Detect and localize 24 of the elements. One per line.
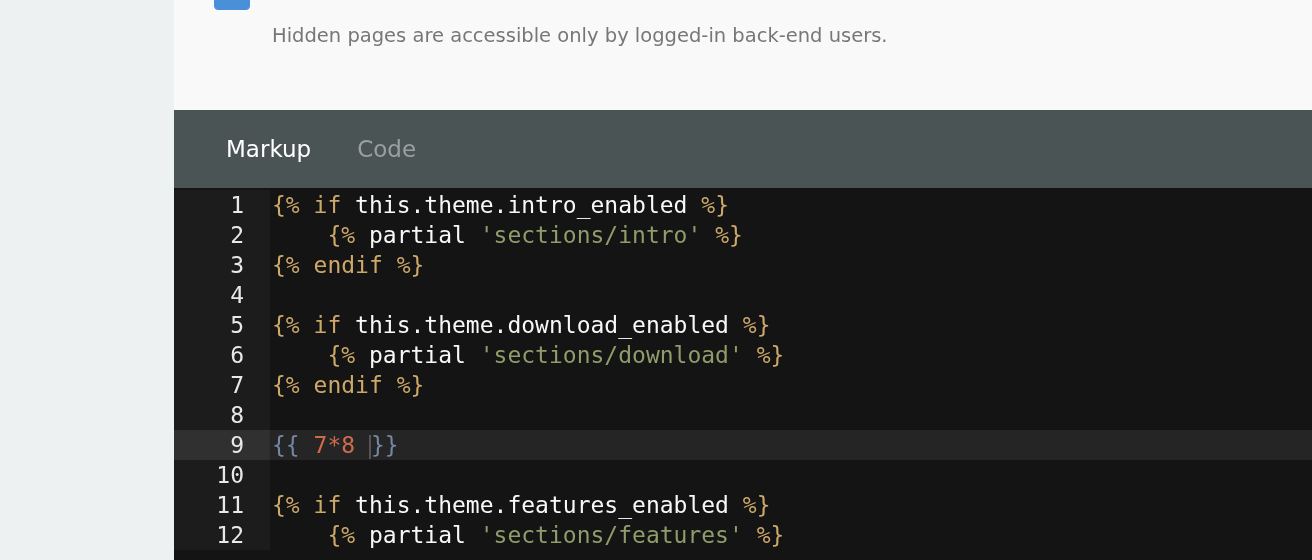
line-number: 4 (230, 281, 244, 310)
code-line: {% partial 'sections/features' %} (326, 521, 785, 550)
editor-tab[interactable]: Markup (210, 132, 328, 166)
field-comment: Hidden pages are accessible only by logged-in back-end users. (272, 24, 889, 47)
code-line: {% if this.theme.intro_enabled %} (271, 191, 729, 220)
line-number: 6 (230, 341, 244, 370)
line-number: 1 (230, 191, 244, 220)
code-line: {% endif %} (271, 371, 425, 400)
line-number: 12 (216, 521, 244, 550)
line-number: 11 (216, 491, 244, 520)
line-number: 7 (230, 371, 244, 400)
line-number: 9 (230, 431, 244, 460)
code-line: {% partial 'sections/intro' %} (326, 221, 743, 250)
line-number: 8 (230, 401, 244, 430)
code-editor[interactable] (174, 188, 1312, 560)
code-line: {% endif %} (271, 251, 425, 280)
code-line: {% if this.theme.download_enabled %} (271, 311, 771, 340)
line-number: 2 (230, 221, 244, 250)
line-number: 10 (216, 461, 244, 490)
line-number: 3 (230, 251, 244, 280)
line-number: 5 (230, 311, 244, 340)
code-line: {% if this.theme.features_enabled %} (271, 491, 771, 520)
code-line: {% partial 'sections/download' %} (326, 341, 785, 370)
code-line: {{ 7*8 }} (271, 431, 399, 460)
